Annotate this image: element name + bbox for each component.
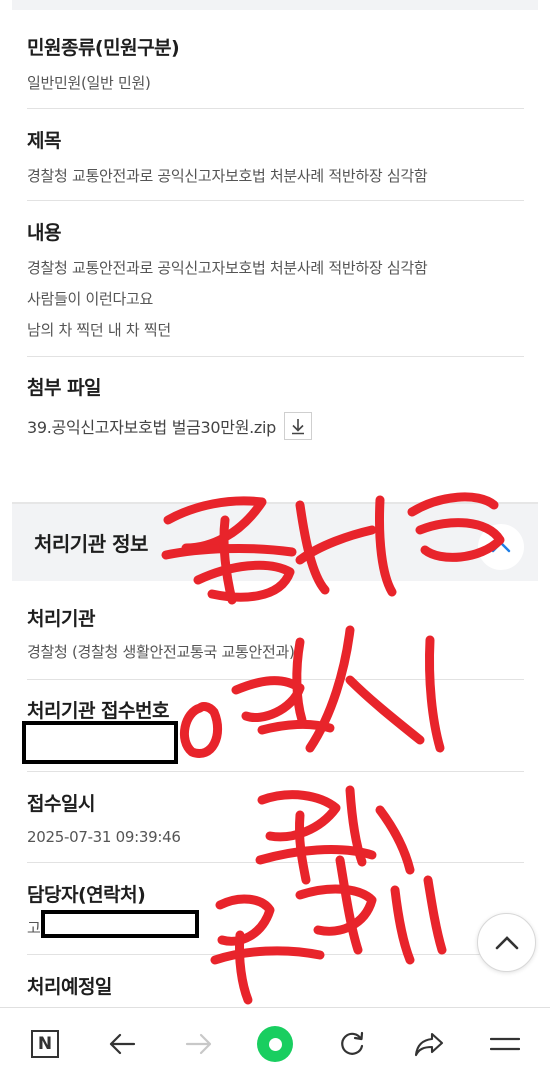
attachment-link[interactable]: 39.공익신고자보호법 벌금30만원.zip <box>27 414 276 438</box>
divider <box>27 108 524 109</box>
previous-section-strip <box>12 0 538 10</box>
divider <box>27 679 524 680</box>
agency-field: 처리기관 경찰청 (경찰청 생활안전교통국 교통안전과) <box>27 604 524 668</box>
attachment-row: 39.공익신고자보호법 벌금30만원.zip <box>27 412 524 440</box>
divider <box>27 356 524 357</box>
manager-label: 담당자(연락처) <box>27 884 146 906</box>
attachment-field: 첨부 파일 39.공익신고자보호법 벌금30만원.zip <box>27 373 524 440</box>
refresh-icon <box>341 1031 364 1055</box>
share-icon <box>414 1032 444 1057</box>
divider <box>27 200 524 201</box>
complaint-type-value: 일반민원(일반 민원) <box>27 74 151 92</box>
chevron-up-icon <box>491 541 511 553</box>
forward-button[interactable] <box>181 1026 217 1062</box>
received-at-label: 접수일시 <box>27 793 95 815</box>
content-label: 내용 <box>27 222 61 244</box>
divider <box>27 862 524 863</box>
download-icon <box>292 419 305 435</box>
content-body: 경찰청 교통안전과로 공익신고자보호법 처분사례 적반하장 심각함 사람들이 이… <box>27 253 524 346</box>
content-field: 내용 경찰청 교통안전과로 공익신고자보호법 처분사례 적반하장 심각함 사람들… <box>27 218 524 346</box>
due-date-label: 처리예정일 <box>27 976 112 998</box>
green-dot-icon <box>257 1026 293 1062</box>
menu-icon <box>490 1037 520 1051</box>
browser-bottom-bar: N <box>0 1007 550 1077</box>
menu-button[interactable] <box>487 1026 523 1062</box>
agency-section-header[interactable]: 처리기관 정보 <box>12 502 538 581</box>
share-button[interactable] <box>411 1026 447 1062</box>
refresh-button[interactable] <box>334 1026 370 1062</box>
divider <box>27 771 524 772</box>
divider <box>27 954 524 955</box>
home-button[interactable]: N <box>27 1026 63 1062</box>
content-line: 남의 차 찍던 내 차 찍던 <box>27 321 171 339</box>
complaint-type-label: 민원종류(민원구분) <box>27 37 180 59</box>
scroll-to-top-button[interactable] <box>477 913 536 972</box>
back-button[interactable] <box>104 1026 140 1062</box>
received-at-value: 2025-07-31 09:39:46 <box>27 828 181 846</box>
back-arrow-icon <box>109 1033 136 1055</box>
agency-section-title: 처리기관 정보 <box>34 532 148 556</box>
download-button[interactable] <box>284 412 313 440</box>
subject-label: 제목 <box>27 130 61 152</box>
naver-home-icon: N <box>31 1030 59 1058</box>
subject-value: 경찰청 교통안전과로 공익신고자보호법 처분사례 적반하장 심각함 <box>27 167 428 185</box>
agency-label: 처리기관 <box>27 608 95 630</box>
receipt-number-label: 처리기관 접수번호 <box>27 700 169 722</box>
receipt-number-field: 처리기관 접수번호 <box>27 696 524 723</box>
content-line: 경찰청 교통안전과로 공익신고자보호법 처분사례 적반하장 심각함 <box>27 259 428 277</box>
section-gap <box>0 472 550 502</box>
redaction-box <box>22 721 178 764</box>
subject-field: 제목 경찰청 교통안전과로 공익신고자보호법 처분사례 적반하장 심각함 <box>27 126 524 192</box>
content-line: 사람들이 이런다고요 <box>27 290 153 308</box>
redaction-box <box>41 910 199 938</box>
due-date-field: 처리예정일 <box>27 972 524 999</box>
forward-arrow-icon <box>185 1033 212 1055</box>
collapse-button[interactable] <box>478 524 524 570</box>
received-at-field: 접수일시 2025-07-31 09:39:46 <box>27 789 524 853</box>
chevron-up-icon <box>495 935 518 949</box>
complaint-type-field: 민원종류(민원구분) 일반민원(일반 민원) <box>27 33 524 99</box>
green-dot-button[interactable] <box>257 1026 293 1062</box>
agency-value: 경찰청 (경찰청 생활안전교통국 교통안전과) <box>27 643 295 661</box>
attachment-label: 첨부 파일 <box>27 377 102 399</box>
